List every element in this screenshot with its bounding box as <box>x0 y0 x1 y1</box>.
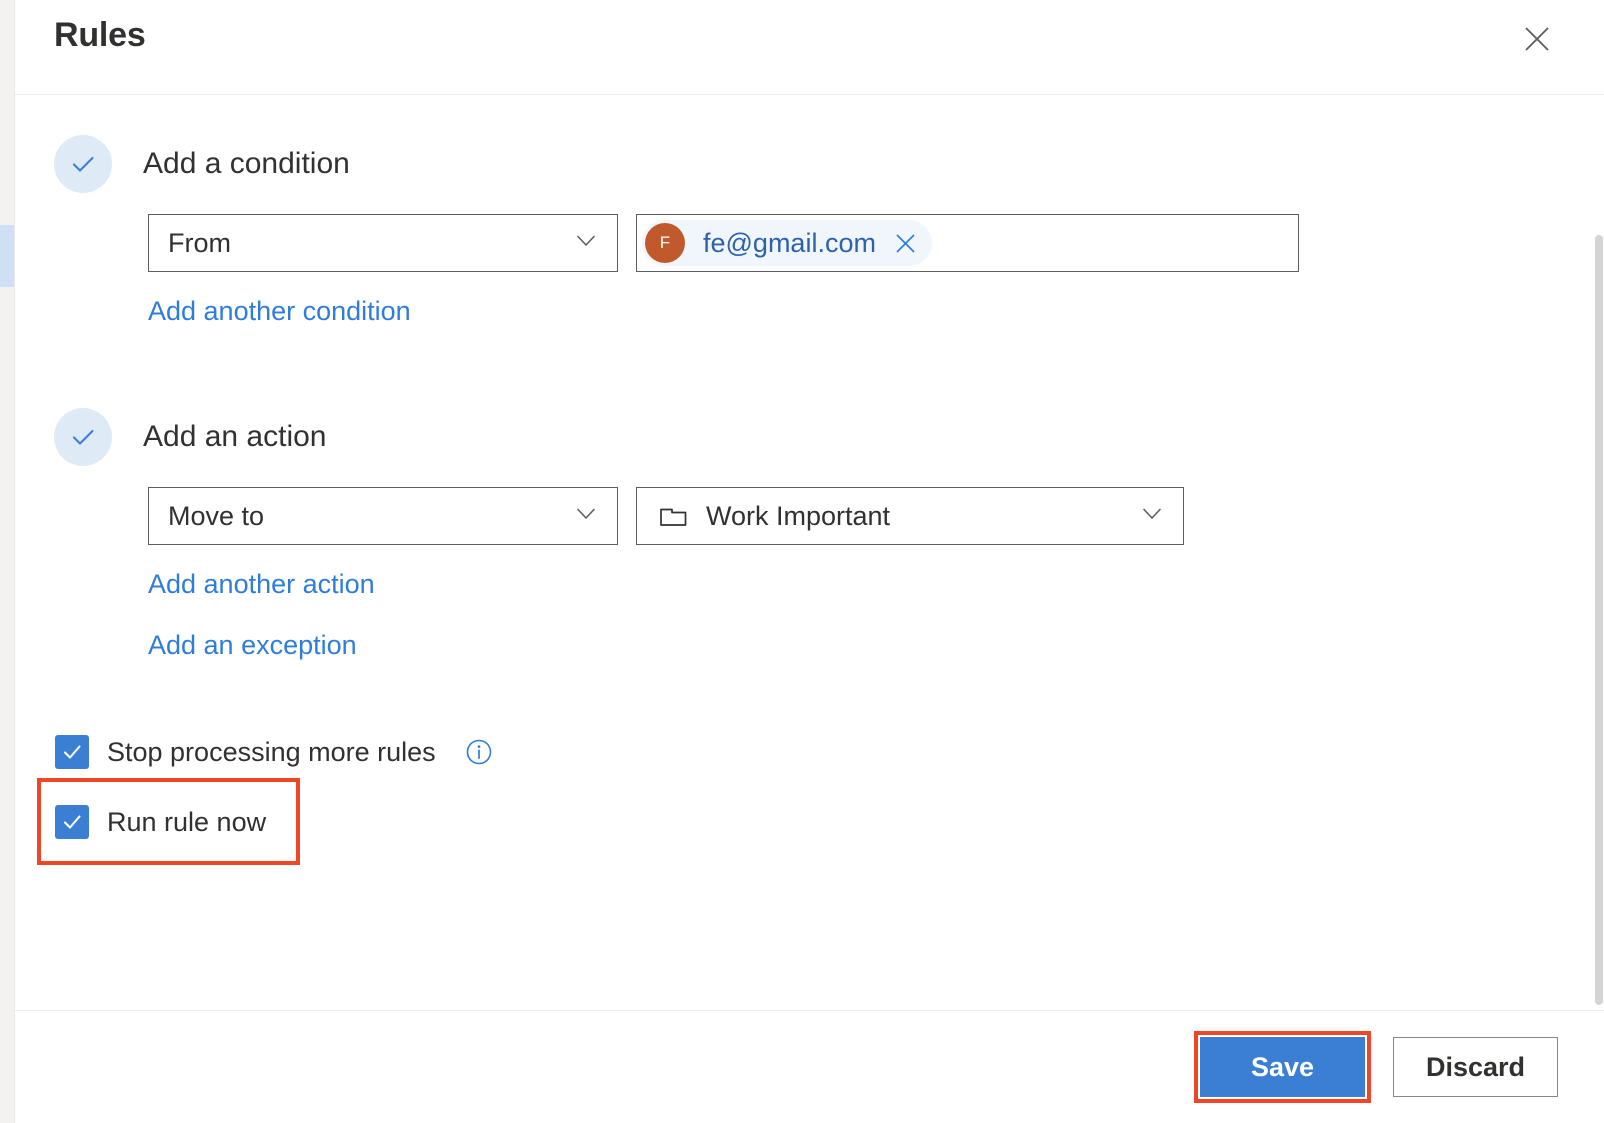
add-an-exception-link[interactable]: Add an exception <box>148 630 357 661</box>
add-another-action-link[interactable]: Add another action <box>148 569 375 600</box>
close-icon <box>1522 24 1552 54</box>
info-icon[interactable] <box>464 737 494 767</box>
left-rail-selection-indicator[interactable] <box>0 225 14 287</box>
action-field-row: Move to Work Important <box>148 487 1184 545</box>
action-status-badge <box>54 408 112 466</box>
dialog-body: Add a condition From F fe@gmail.com <box>15 95 1604 1010</box>
condition-section: Add a condition From F fe@gmail.com <box>15 135 1299 327</box>
left-app-rail <box>0 0 14 1123</box>
save-button[interactable]: Save <box>1200 1037 1365 1097</box>
stop-processing-label: Stop processing more rules <box>107 737 436 768</box>
scrollbar-thumb[interactable] <box>1595 235 1603 1005</box>
action-section: Add an action Move to <box>15 408 1184 661</box>
run-rule-now-label: Run rule now <box>107 807 266 838</box>
run-rule-now-row[interactable]: Run rule now <box>15 798 1604 846</box>
condition-status-badge <box>54 135 112 193</box>
chevron-down-icon <box>573 501 599 532</box>
close-button[interactable] <box>1516 18 1558 60</box>
target-folder-select[interactable]: Work Important <box>636 487 1184 545</box>
condition-type-select[interactable]: From <box>148 214 618 272</box>
dialog-footer: Save Discard <box>15 1010 1604 1123</box>
action-section-header: Add an action <box>15 408 1184 466</box>
stop-processing-checkbox[interactable] <box>55 735 89 769</box>
folder-icon <box>659 503 689 529</box>
save-button-highlight: Save <box>1194 1031 1371 1103</box>
recipient-email-label: fe@gmail.com <box>703 228 876 259</box>
checkmark-icon <box>67 148 99 180</box>
action-type-select[interactable]: Move to <box>148 487 618 545</box>
checkmark-icon <box>67 421 99 453</box>
condition-type-value: From <box>149 228 231 259</box>
discard-button[interactable]: Discard <box>1393 1037 1558 1097</box>
add-another-condition-link[interactable]: Add another condition <box>148 296 411 327</box>
recipient-chip[interactable]: F fe@gmail.com <box>642 220 932 266</box>
action-section-title: Add an action <box>143 420 326 454</box>
target-folder-value: Work Important <box>689 501 890 532</box>
condition-section-title: Add a condition <box>143 147 350 181</box>
rule-options: Stop processing more rules Run rule <box>15 728 1604 846</box>
condition-field-row: From F fe@gmail.com <box>148 214 1299 272</box>
dialog-header: Rules <box>15 0 1604 95</box>
run-rule-now-checkbox[interactable] <box>55 805 89 839</box>
page-title: Rules <box>54 16 146 55</box>
action-type-value: Move to <box>149 501 264 532</box>
stop-processing-row[interactable]: Stop processing more rules <box>15 728 1604 776</box>
remove-recipient-icon[interactable] <box>893 231 918 256</box>
avatar: F <box>645 223 685 263</box>
condition-recipient-input[interactable]: F fe@gmail.com <box>636 214 1299 272</box>
chevron-down-icon <box>573 228 599 259</box>
vertical-scrollbar[interactable] <box>1594 95 1604 1010</box>
rules-dialog: Rules A <box>15 0 1604 1123</box>
chevron-down-icon <box>1139 501 1165 532</box>
condition-section-header: Add a condition <box>15 135 1299 193</box>
